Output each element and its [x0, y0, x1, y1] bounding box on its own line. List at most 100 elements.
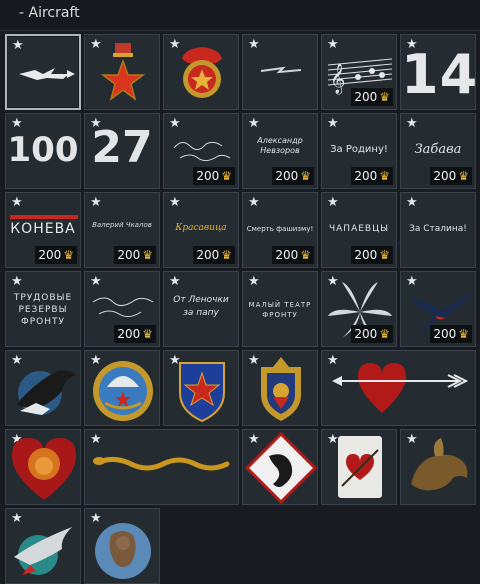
decal-text: КОНЕВА	[10, 221, 76, 237]
decal-tile-order-red-banner[interactable]: ★	[163, 34, 239, 110]
decal-text: 27	[91, 122, 153, 173]
decal-text: Красавица	[175, 223, 227, 233]
decal-text: ТРУДОВЫЕ РЕЗЕРВЫ ФРОНТУ	[13, 293, 73, 327]
decal-tile-14[interactable]: ★ 14	[400, 34, 476, 110]
bird-emblem-decal	[14, 527, 72, 575]
decal-tile-signature[interactable]: ★ 200 ♛	[163, 113, 239, 189]
price-tag: 200 ♛	[351, 88, 393, 106]
price-tag: 200 ♛	[351, 167, 393, 185]
decal-text: Забава	[414, 142, 462, 157]
decal-tile-griffin[interactable]: ★	[400, 429, 476, 505]
decal-text: За Родину!	[330, 144, 388, 155]
price-tag: 200 ♛	[114, 325, 156, 343]
decal-tile-eagle[interactable]: ★	[5, 350, 81, 426]
golden-eagle-icon: ♛	[221, 169, 232, 183]
decal-tile-dragon-diamond[interactable]: ★	[242, 429, 318, 505]
decal-tile-signature-2[interactable]: ★ 200 ♛	[84, 271, 160, 347]
price-tag: 200 ♛	[272, 246, 314, 264]
price-tag: 200 ♛	[351, 325, 393, 343]
price-tag: 200 ♛	[351, 246, 393, 264]
decal-tile-za-stalina[interactable]: ★ За Сталина!	[400, 192, 476, 268]
decal-text: Валерий Чкалов	[92, 221, 152, 229]
price-tag: 200 ♛	[114, 246, 156, 264]
decal-tile-arrow[interactable]: ★	[5, 34, 81, 110]
price-tag: 200 ♛	[430, 325, 472, 343]
decal-grid: ★ ★ ★ ★ ★ 𝄞 200 ♛ ★ 14 ★ 100 ★ 27 ★ 200 …	[0, 30, 480, 584]
decal-text: МАЛЫЙ ТЕАТР ФРОНТУ	[248, 301, 312, 319]
decal-tile-music-notes[interactable]: ★ 𝄞 200 ♛	[321, 34, 397, 110]
paratrooper-emblem-decal	[93, 361, 153, 421]
golden-eagle-icon: ♛	[379, 90, 390, 104]
golden-eagle-icon: ♛	[221, 248, 232, 262]
decal-tile-heart-arrow[interactable]: ★	[321, 350, 476, 426]
star-icon: ★	[169, 195, 181, 210]
decal-tile-swallow[interactable]: ★ 200 ♛	[400, 271, 476, 347]
golden-eagle-icon: ♛	[379, 169, 390, 183]
decal-tile-lion-heart[interactable]: ★	[5, 429, 81, 505]
decal-tile-lenochka[interactable]: ★ От Леночки за папу	[163, 271, 239, 347]
decal-tile-lily[interactable]: ★ 200 ♛	[321, 271, 397, 347]
golden-eagle-icon: ♛	[458, 169, 469, 183]
decal-tile-lightning[interactable]: ★	[242, 34, 318, 110]
star-icon: ★	[90, 195, 102, 210]
golden-eagle-icon: ♛	[142, 248, 153, 262]
ace-card-decal	[338, 436, 382, 498]
star-icon: ★	[327, 116, 339, 131]
arrow-bolt-decal	[19, 68, 75, 80]
decal-tile-zabava[interactable]: ★ Забава 200 ♛	[400, 113, 476, 189]
eagle-emblem-decal	[16, 370, 76, 415]
decal-text: Смерть фашизму!	[246, 225, 314, 233]
order-red-banner-decal	[182, 47, 222, 98]
star-icon: ★	[11, 274, 23, 289]
decal-tile-paratrooper[interactable]: ★	[84, 350, 160, 426]
decal-tile-chkalov[interactable]: ★ Валерий Чкалов 200 ♛	[84, 192, 160, 268]
golden-eagle-icon: ♛	[63, 248, 74, 262]
decal-text: 14	[401, 43, 476, 106]
decal-tile-100[interactable]: ★ 100	[5, 113, 81, 189]
star-icon: ★	[11, 116, 23, 131]
lightning-decal	[260, 66, 302, 74]
bear-emblem-decal	[95, 523, 151, 579]
star-icon: ★	[248, 274, 260, 289]
lion-heart-decal	[12, 438, 76, 500]
decal-tile-za-rodinu[interactable]: ★ За Родину! 200 ♛	[321, 113, 397, 189]
golden-eagle-icon: ♛	[379, 248, 390, 262]
star-icon: ★	[327, 195, 339, 210]
decal-tile-trudovye[interactable]: ★ ТРУДОВЫЕ РЕЗЕРВЫ ФРОНТУ	[5, 271, 81, 347]
price-tag: 200 ♛	[193, 167, 235, 185]
golden-eagle-icon: ♛	[458, 327, 469, 341]
price-tag: 200 ♛	[35, 246, 77, 264]
decal-tile-hero-star[interactable]: ★	[84, 34, 160, 110]
decal-tile-nevzorov[interactable]: ★ Александр Невзоров 200 ♛	[242, 113, 318, 189]
star-icon: ★	[169, 274, 181, 289]
decal-tile-malyi-teatr[interactable]: ★ МАЛЫЙ ТЕАТР ФРОНТУ	[242, 271, 318, 347]
decal-tile-ace-heart[interactable]: ★	[321, 429, 397, 505]
decal-tile-27[interactable]: ★ 27	[84, 113, 160, 189]
decal-tile-shield-star[interactable]: ★	[163, 350, 239, 426]
decal-tile-smert[interactable]: ★ Смерть фашизму! 200 ♛	[242, 192, 318, 268]
price-tag: 200 ♛	[272, 167, 314, 185]
golden-eagle-icon: ♛	[142, 327, 153, 341]
dragon-diamond-decal	[244, 431, 317, 504]
decal-tile-snake[interactable]: ★	[84, 429, 239, 505]
star-icon: ★	[406, 195, 418, 210]
decal-tile-chapaevcy[interactable]: ★ ЧАПАЕВЦЫ 200 ♛	[321, 192, 397, 268]
decal-text: За Сталина!	[409, 224, 467, 234]
price-tag: 200 ♛	[430, 167, 472, 185]
griffin-decal	[411, 438, 468, 491]
hero-star-medal-decal	[100, 43, 146, 101]
decal-text: ЧАПАЕВЦЫ	[328, 224, 390, 234]
decal-tile-bird-emblem[interactable]: ★	[5, 508, 81, 584]
snake-decal	[93, 456, 230, 471]
category-title: - Aircraft	[19, 5, 80, 21]
star-icon: ★	[248, 116, 260, 131]
golden-eagle-icon: ♛	[379, 327, 390, 341]
decal-tile-krasavica[interactable]: ★ Красавица 200 ♛	[163, 192, 239, 268]
price-tag: 200 ♛	[193, 246, 235, 264]
category-header[interactable]: - Aircraft	[0, 0, 480, 31]
decal-tile-koneva[interactable]: ★ КОНЕВА 200 ♛	[5, 192, 81, 268]
decal-tile-bear-emblem[interactable]: ★	[84, 508, 160, 584]
golden-eagle-icon: ♛	[300, 248, 311, 262]
decal-tile-crest[interactable]: ★	[242, 350, 318, 426]
heart-arrow-decal	[332, 363, 469, 413]
